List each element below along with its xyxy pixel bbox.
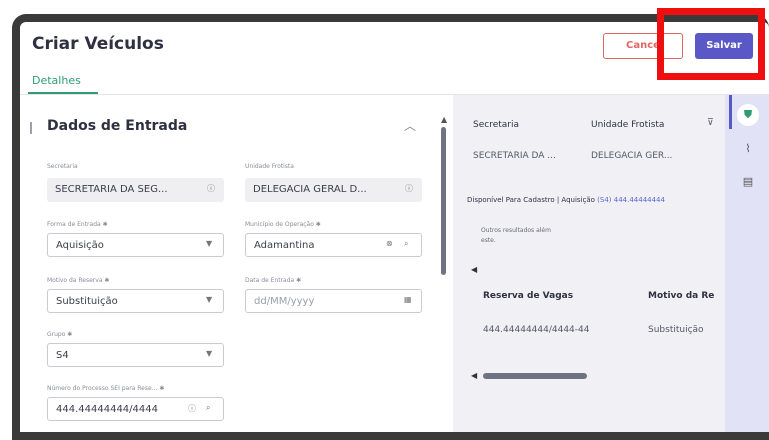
right-icon-rail: ⛊ ⌇ ▤	[725, 95, 769, 432]
municipio-label: Município de Operação ✱	[245, 221, 321, 228]
municipio-field[interactable]: Adamantina ⊗ ⌕	[245, 233, 422, 257]
secretaria-field: SECRETARIA DA SEG... ⓘ	[47, 178, 224, 202]
municipio-value: Adamantina	[254, 240, 315, 251]
grupo-select[interactable]: S4 ▼	[47, 343, 224, 367]
side-col2-value: DELEGACIA GER...	[591, 151, 673, 161]
scroll-up-arrow-icon[interactable]: ▲	[441, 115, 447, 124]
motivo-value: Substituição	[56, 296, 118, 307]
forma-entrada-label: Forma de Entrada ✱	[47, 221, 108, 228]
page-title: Criar Veículos	[32, 34, 164, 54]
data-entrada-placeholder: dd/MM/yyyy	[254, 296, 315, 307]
rail-active-indicator	[729, 95, 732, 129]
unidade-label: Unidade Frotista	[245, 163, 294, 170]
scroll-left-arrow-icon[interactable]: ◀	[471, 371, 477, 380]
forma-entrada-select[interactable]: Aquisição ▼	[47, 233, 224, 257]
side-col1-value: SECRETARIA DA ...	[473, 151, 556, 161]
processo-field[interactable]: 444.44444444/4444 ⓘ ⌕	[47, 397, 224, 421]
info-icon: ⓘ	[405, 184, 413, 193]
collapse-chevron-icon[interactable]: ︿	[404, 117, 416, 134]
app-screen: Criar Veículos Cance Salvar Detalhes Dad…	[20, 22, 769, 432]
table-cell-reserva: 444.44444444/4444-44	[483, 325, 590, 335]
side-panel: Secretaria Unidade Frotista ⊽ SECRETARIA…	[453, 95, 725, 432]
paperclip-icon[interactable]: ⌇	[737, 138, 759, 160]
side-card: Secretaria Unidade Frotista ⊽ SECRETARIA…	[453, 95, 725, 432]
availability-link[interactable]: (S4)	[597, 196, 611, 204]
search-icon[interactable]: ⌕	[404, 239, 408, 249]
data-entrada-field[interactable]: dd/MM/yyyy ▦	[245, 289, 422, 313]
info-icon: ⓘ	[207, 184, 215, 193]
processo-value: 444.44444444/4444	[56, 404, 158, 415]
data-entrada-label: Data de Entrada ✱	[245, 277, 302, 284]
empty-message-line-1: Outros resultados além	[481, 227, 551, 234]
shield-icon[interactable]: ⛊	[737, 104, 759, 126]
dropdown-arrow-icon: ▼	[206, 349, 213, 358]
secretaria-label: Secretaria	[47, 163, 78, 170]
dropdown-arrow-icon: ▼	[206, 239, 213, 248]
unidade-field: DELEGACIA GERAL D... ⓘ	[245, 178, 422, 202]
grupo-label: Grupo ✱	[47, 331, 73, 338]
processo-label: Número do Processo SEI para Rese... ✱	[47, 385, 165, 392]
section-marker	[30, 122, 32, 134]
side-col2-header: Unidade Frotista	[591, 120, 665, 130]
availability-text: Disponível Para Cadastro | Aquisição (S4…	[467, 196, 665, 204]
clear-icon[interactable]: ⊗	[386, 239, 393, 248]
table-header-reserva: Reserva de Vagas	[483, 291, 574, 301]
filter-icon[interactable]: ⊽	[707, 118, 714, 128]
info-icon: ⓘ	[188, 404, 196, 413]
side-col1-header: Secretaria	[473, 120, 519, 130]
forma-entrada-value: Aquisição	[56, 240, 104, 251]
availability-value: 444.44444444	[613, 196, 665, 204]
motivo-label: Motivo da Reserva ✱	[47, 277, 110, 284]
form-panel: Dados de Entrada ︿ ▲ Secretaria SECRETAR…	[20, 95, 452, 432]
table-cell-motivo: Substituição	[648, 325, 704, 335]
unidade-value: DELEGACIA GERAL D...	[253, 184, 367, 195]
highlight-box	[657, 8, 765, 80]
section-title: Dados de Entrada	[47, 118, 188, 134]
calendar-icon[interactable]: ▦	[404, 295, 412, 304]
search-icon[interactable]: ⌕	[206, 403, 210, 413]
empty-message: Outros resultados além este.	[481, 226, 551, 246]
tab-detalhes[interactable]: Detalhes	[32, 74, 81, 87]
grupo-value: S4	[56, 350, 69, 361]
motivo-select[interactable]: Substituição ▼	[47, 289, 224, 313]
empty-message-line-2: este.	[481, 237, 496, 244]
secretaria-value: SECRETARIA DA SEG...	[55, 184, 168, 195]
scroll-left-arrow-icon[interactable]: ◀	[471, 265, 477, 274]
horizontal-scrollbar[interactable]	[483, 373, 587, 379]
vertical-scrollbar[interactable]	[441, 127, 446, 275]
availability-label: Disponível Para Cadastro | Aquisição	[467, 196, 595, 204]
dropdown-arrow-icon: ▼	[206, 295, 213, 304]
document-icon[interactable]: ▤	[737, 171, 759, 193]
table-header-motivo: Motivo da Re	[648, 291, 715, 301]
